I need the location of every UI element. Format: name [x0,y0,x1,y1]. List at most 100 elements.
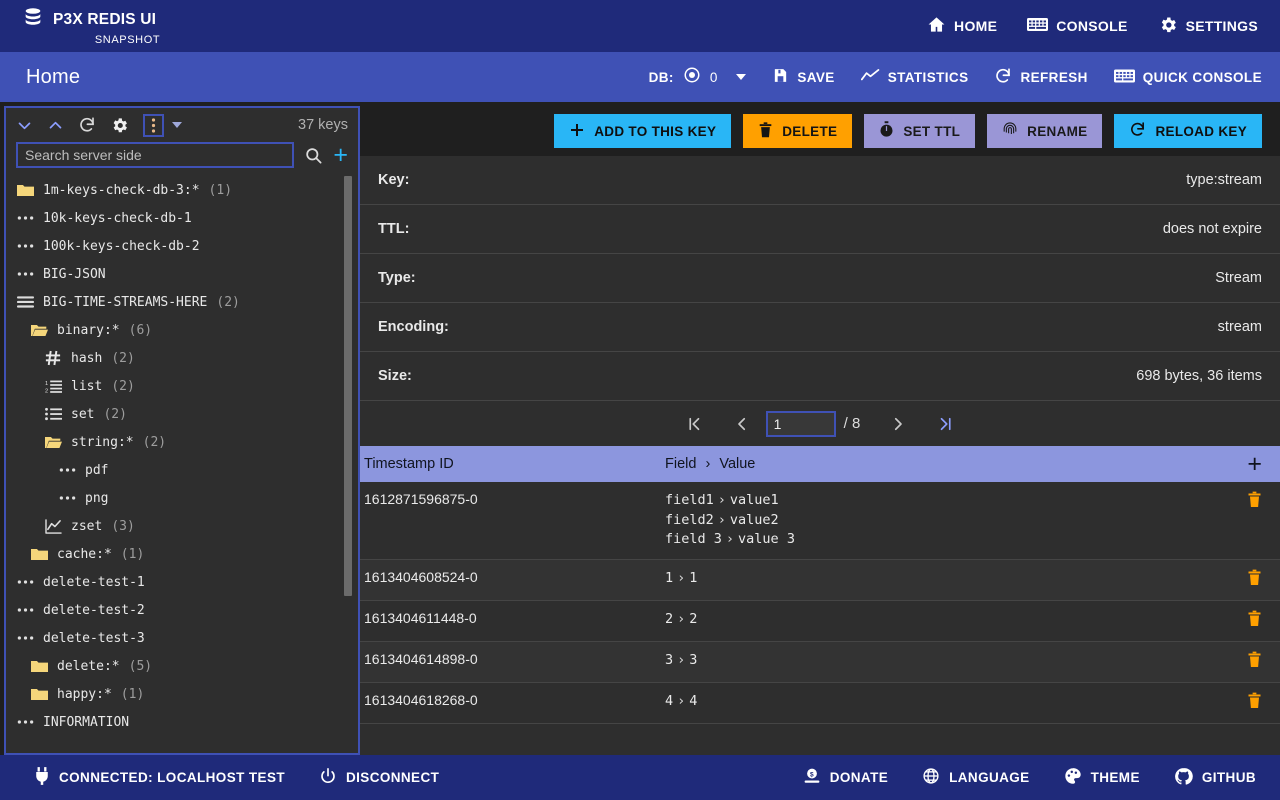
language-button[interactable]: LANGUAGE [922,767,1029,788]
prev-page-icon[interactable] [718,415,766,433]
tree-item-count: (6) [129,323,152,338]
tree-item[interactable]: png [6,484,358,512]
table-row[interactable]: 1613404614898-03›3 [360,642,1280,683]
brand-subtitle: SNAPSHOT [95,34,160,46]
entry-field: 3 [665,652,673,668]
tree-item-count: (1) [209,183,232,198]
expand-all-icon[interactable] [47,117,64,134]
tree-item[interactable]: hash(2) [6,344,358,372]
toolbar-quick-console[interactable]: QUICK CONSOLE [1114,67,1262,88]
tree-item[interactable]: delete-test-1 [6,568,358,596]
toolbar-save[interactable]: SAVE [772,67,834,87]
set-ttl-button[interactable]: SET TTL [864,114,975,148]
tree-item[interactable]: happy:*(1) [6,680,358,708]
db-selector[interactable]: DB: 0 [649,66,747,89]
tree-item-label: binary:* [57,323,120,338]
add-to-this-key-button[interactable]: ADD TO THIS KEY [554,114,731,148]
github-button[interactable]: GITHUB [1174,767,1256,789]
kebab-menu-icon[interactable] [143,114,164,137]
tree-item-label: zset [71,519,102,534]
field-value-pair: field1›value1 [665,491,1222,511]
delete-key-button[interactable]: DELETE [743,114,852,148]
delete-entry-icon[interactable] [1247,610,1262,632]
entry-actions [1222,610,1262,632]
key-info-label: Size: [378,368,412,384]
sidebar-search-row: + [6,142,358,176]
search-input[interactable] [16,142,294,168]
entry-field: field1 [665,492,714,508]
donate-button[interactable]: $ DONATE [803,767,888,788]
table-row[interactable]: 1613404618268-04›4 [360,683,1280,724]
collapse-all-icon[interactable] [16,117,33,134]
tree-item[interactable]: delete-test-3 [6,624,358,652]
delete-entry-icon[interactable] [1247,491,1262,513]
chevron-down-icon[interactable] [736,74,746,80]
page-number-input[interactable] [766,411,836,437]
pagination: / 8 [360,401,1280,446]
table-row[interactable]: 1612871596875-0field1›value1field2›value… [360,482,1280,560]
keys-tree[interactable]: 1m-keys-check-db-3:* (1) 10k-keys-check-db… [6,176,358,753]
delete-entry-icon[interactable] [1247,651,1262,673]
chevron-down-icon[interactable] [172,122,182,128]
delete-entry-icon[interactable] [1247,569,1262,591]
key-info-value: stream [1218,319,1262,335]
tree-item[interactable]: 10k-keys-check-db-1 [6,204,358,232]
nav-home[interactable]: HOME [927,15,997,37]
gear-icon[interactable] [110,116,129,135]
toolbar-refresh[interactable]: REFRESH [994,67,1087,88]
tree-item[interactable]: delete:*(5) [6,652,358,680]
table-row[interactable]: 1613404611448-02›2 [360,601,1280,642]
connection-status[interactable]: CONNECTED: LOCALHOST TEST [34,767,285,788]
next-page-icon[interactable] [874,415,922,433]
col-actions-header: + [1222,454,1262,474]
tree-item[interactable]: 1m-keys-check-db-3:* (1) [6,176,358,204]
status-left: CONNECTED: LOCALHOST TEST DISCONNECT [34,767,439,788]
tree-item[interactable]: 100k-keys-check-db-2 [6,232,358,260]
tree-item-label: BIG-JSON [43,267,106,282]
add-key-icon[interactable]: + [333,146,348,164]
rename-key-button[interactable]: RENAME [987,114,1102,148]
nav-settings[interactable]: SETTINGS [1158,15,1258,38]
tree-item[interactable]: delete-test-2 [6,596,358,624]
tree-item[interactable]: BIG-JSON [6,260,358,288]
tree-item[interactable]: string:*(2) [6,428,358,456]
tree-item-label: 1m-keys-check-db-3:* [43,183,200,198]
key-dots-icon [16,242,34,250]
disconnect-button[interactable]: DISCONNECT [319,767,439,788]
theme-button[interactable]: THEME [1064,767,1140,788]
reload-key-button[interactable]: RELOAD KEY [1114,114,1262,148]
tree-item[interactable]: zset(3) [6,512,358,540]
search-icon[interactable] [304,146,323,165]
nav-console[interactable]: CONSOLE [1027,15,1127,37]
toolbar-statistics[interactable]: STATISTICS [861,67,969,87]
tree-item[interactable]: set(2) [6,400,358,428]
nav-console-label: CONSOLE [1056,18,1127,34]
tree-item[interactable]: INFORMATION [6,708,358,736]
first-page-icon[interactable] [670,415,718,433]
tree-item-label: happy:* [57,687,112,702]
list-numbered-icon: 12 [44,379,62,394]
brand[interactable]: P3X REDIS UI SNAPSHOT [22,6,156,46]
toolbar-save-label: SAVE [797,70,834,85]
tree-item[interactable]: cache:*(1) [6,540,358,568]
sidebar-scrollbar[interactable] [344,176,352,596]
sidebar-toolbar: 37 keys [6,108,358,142]
database-logo-icon [22,6,44,33]
key-info-table: Key:type:streamTTL:does not expireType:S… [360,156,1280,401]
col-value-header: Value [719,456,755,472]
delete-entry-icon[interactable] [1247,692,1262,714]
list-bullet-icon [44,407,62,421]
tree-item[interactable]: BIG-TIME-STREAMS-HERE(2) [6,288,358,316]
field-value-pair: field2›value2 [665,511,1222,531]
tree-item[interactable]: binary:* (6) [6,316,358,344]
tree-item[interactable]: 12list(2) [6,372,358,400]
chevron-right-icon: › [673,693,689,709]
tree-item-label: delete:* [57,659,120,674]
tree-item-label: delete-test-2 [43,603,145,618]
toolbar-refresh-label: REFRESH [1020,70,1087,85]
add-entry-icon[interactable]: + [1247,454,1262,474]
table-row[interactable]: 1613404608524-01›1 [360,560,1280,601]
refresh-icon[interactable] [78,116,96,134]
last-page-icon[interactable] [922,415,970,433]
tree-item[interactable]: pdf [6,456,358,484]
